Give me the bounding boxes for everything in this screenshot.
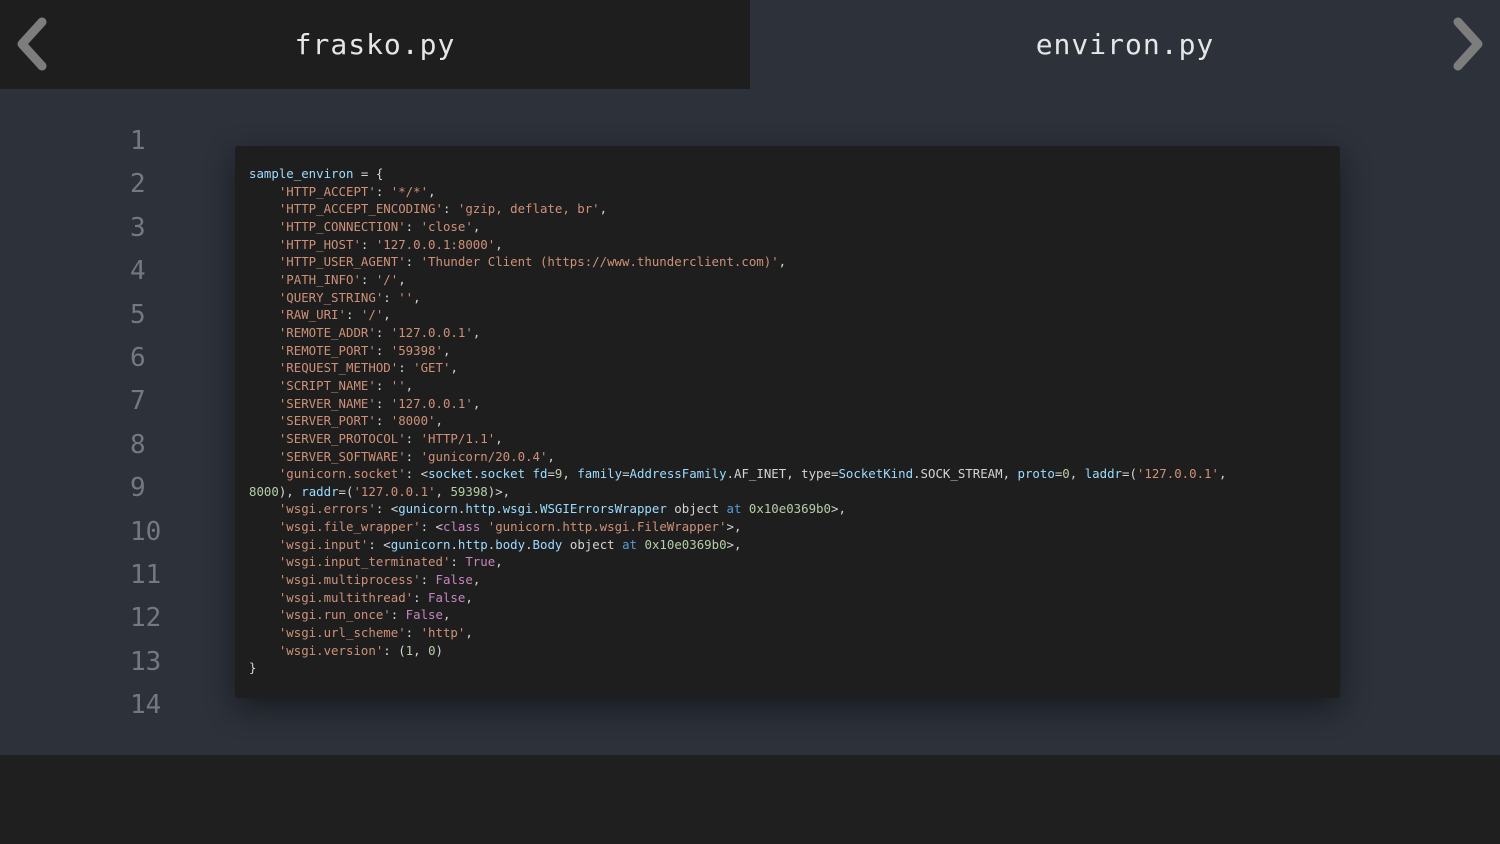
line-number: 7	[130, 386, 146, 417]
footer-bar	[0, 755, 1500, 844]
chevron-left-icon	[17, 17, 47, 71]
tab-frasko-py[interactable]: frasko.py	[0, 0, 750, 89]
line-number: 1	[130, 126, 146, 156]
tab-environ-py[interactable]: environ.py	[750, 0, 1500, 89]
next-button[interactable]	[1448, 14, 1488, 74]
line-number: 6	[130, 342, 146, 373]
line-number: 11	[130, 559, 162, 590]
line-number: 10	[130, 516, 162, 547]
tab-label: frasko.py	[294, 28, 456, 61]
code-snippet-card: sample_environ = { 'HTTP_ACCEPT': '*/*',…	[235, 146, 1340, 698]
line-number: 8	[130, 429, 146, 460]
line-number: 12	[130, 603, 162, 634]
line-number: 5	[130, 299, 146, 330]
line-number: 4	[130, 256, 146, 287]
previous-button[interactable]	[12, 14, 52, 74]
editor-window: frasko.py environ.py 1 2 3 4 5 6 7 8 9 1…	[0, 0, 1500, 755]
tab-label: environ.py	[1035, 28, 1215, 61]
line-number: 13	[130, 646, 162, 677]
line-number-gutter: 1 2 3 4 5 6 7 8 9 10 11 12 13 14	[130, 120, 210, 727]
line-number: 9	[130, 473, 146, 504]
line-number: 14	[130, 690, 162, 721]
chevron-right-icon	[1453, 17, 1483, 71]
line-number: 2	[130, 169, 146, 200]
code-variable: sample_environ	[249, 166, 354, 181]
line-number: 3	[130, 212, 146, 243]
code-block[interactable]: sample_environ = { 'HTTP_ACCEPT': '*/*',…	[249, 165, 1326, 677]
tab-bar: frasko.py environ.py	[0, 0, 1500, 89]
